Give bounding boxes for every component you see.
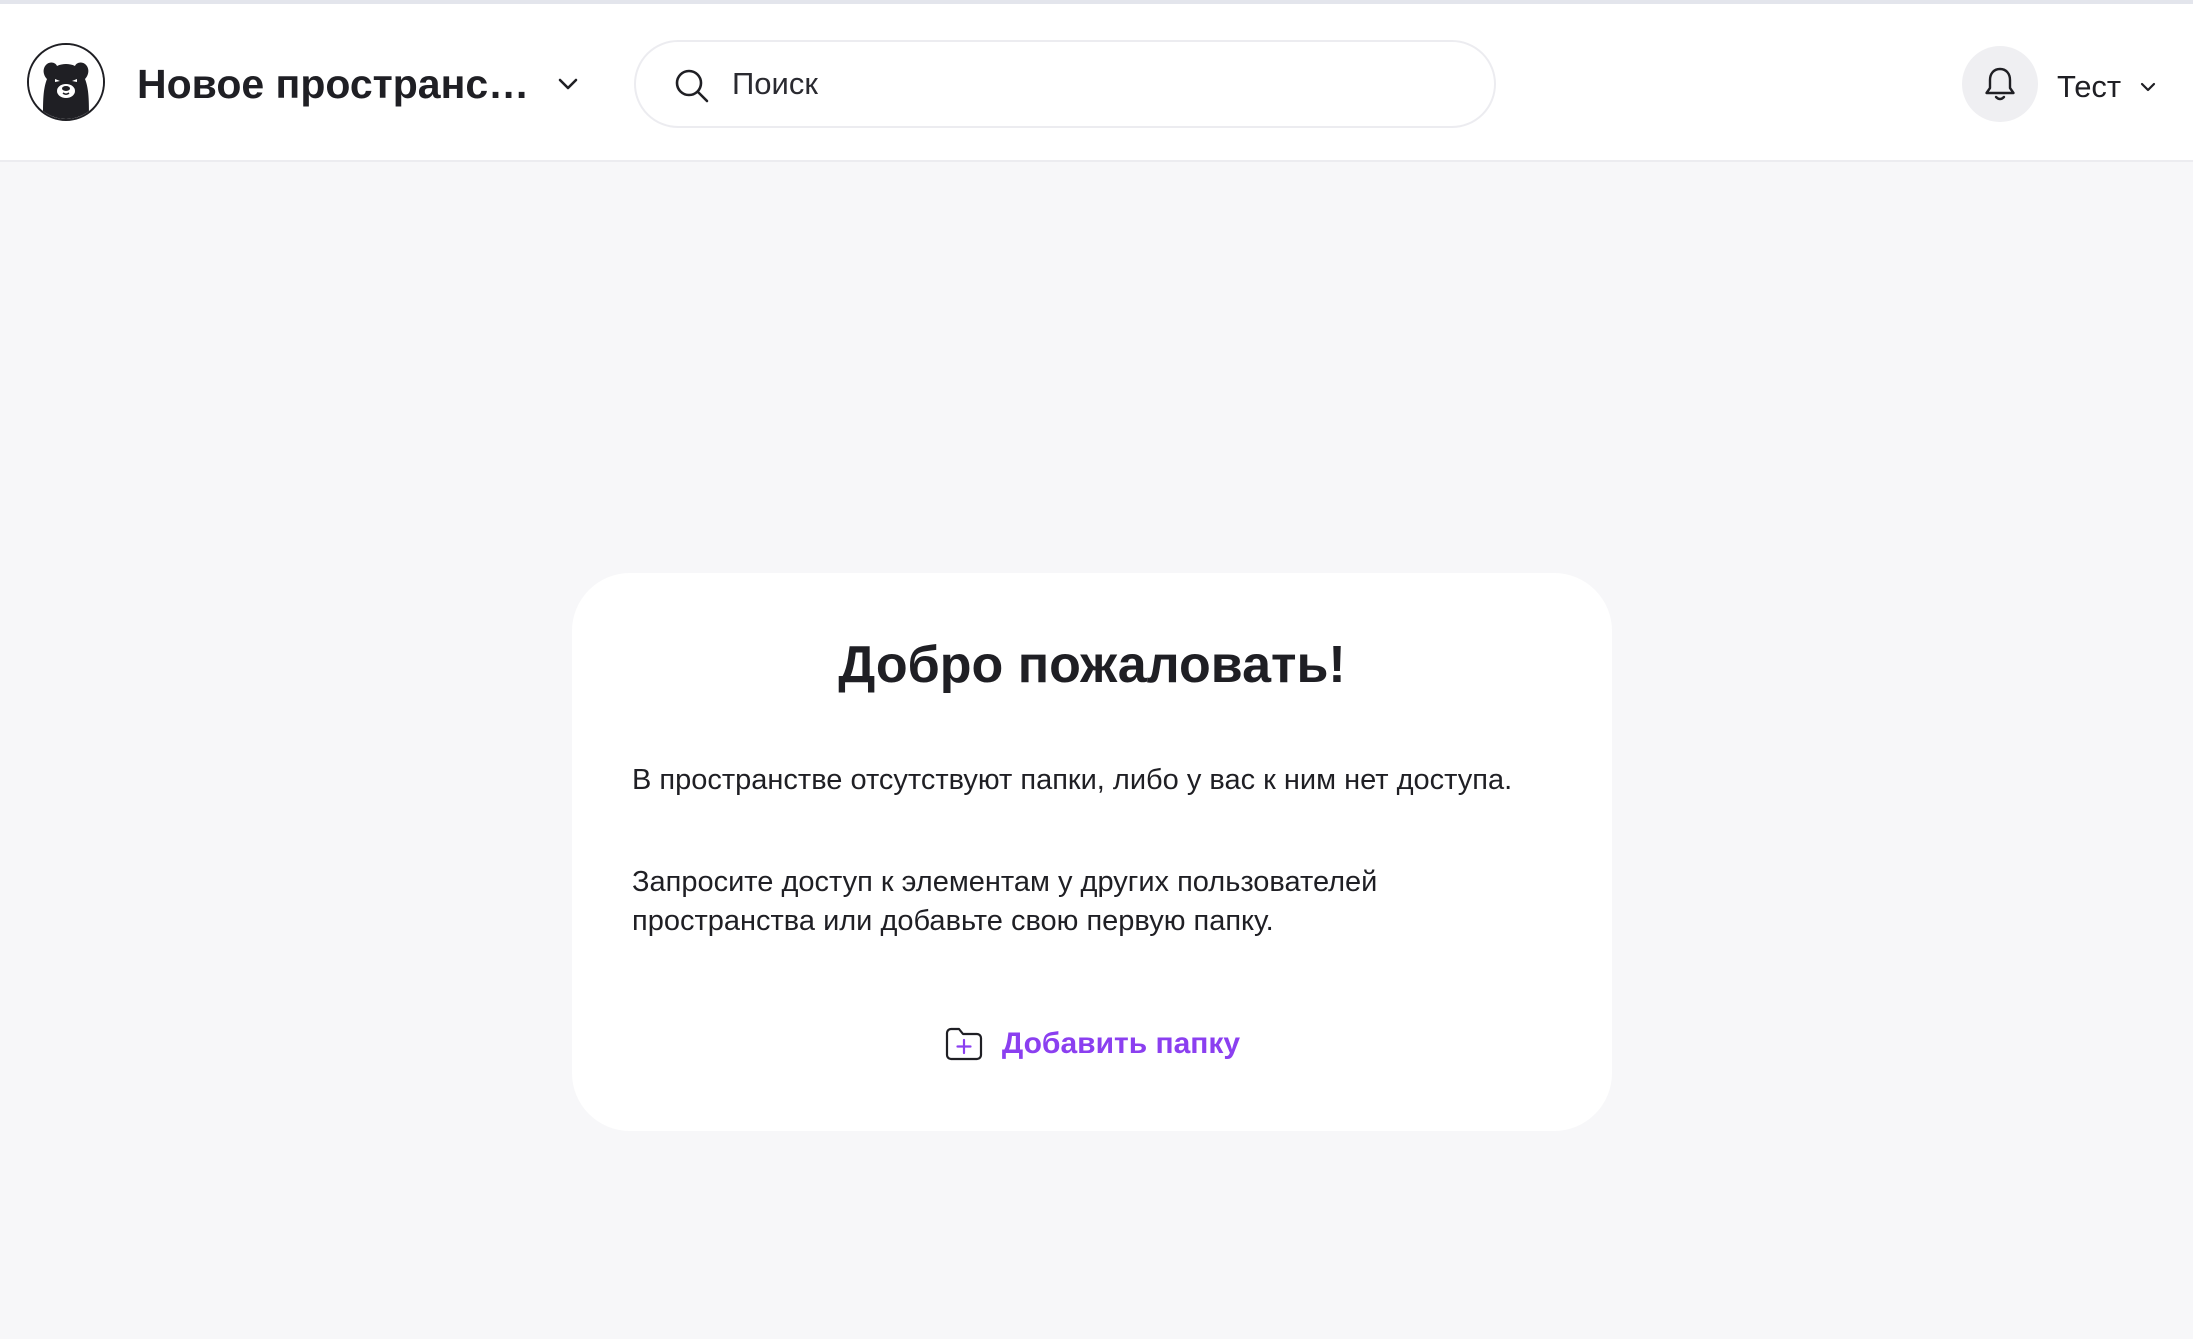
top-bar: Новое пространство Тест <box>0 4 2193 162</box>
user-menu-chevron-down-icon[interactable] <box>2135 74 2161 100</box>
space-name[interactable]: Новое пространство <box>137 59 537 109</box>
request-access-message: Запросите доступ к элементам у других по… <box>632 866 1378 937</box>
space-menu-chevron-down-icon[interactable] <box>552 68 584 100</box>
search-input[interactable] <box>732 60 1452 108</box>
search-icon <box>675 69 709 103</box>
bear-logo-icon[interactable] <box>27 43 105 121</box>
add-folder-button[interactable]: Добавить папку <box>572 1024 1612 1064</box>
no-folders-message: В пространстве отсутствуют папки, либо у… <box>632 764 1513 796</box>
bell-icon <box>1985 67 2015 101</box>
search-box[interactable] <box>634 40 1496 128</box>
user-menu-name[interactable]: Тест <box>2057 67 2121 107</box>
welcome-title: Добро пожаловать! <box>838 636 1346 694</box>
folder-plus-icon <box>945 1027 982 1061</box>
add-folder-label: Добавить папку <box>1001 1027 1241 1060</box>
welcome-card: Добро пожаловать! В пространстве отсутст… <box>572 573 1612 1131</box>
notifications-button[interactable] <box>1962 46 2038 122</box>
